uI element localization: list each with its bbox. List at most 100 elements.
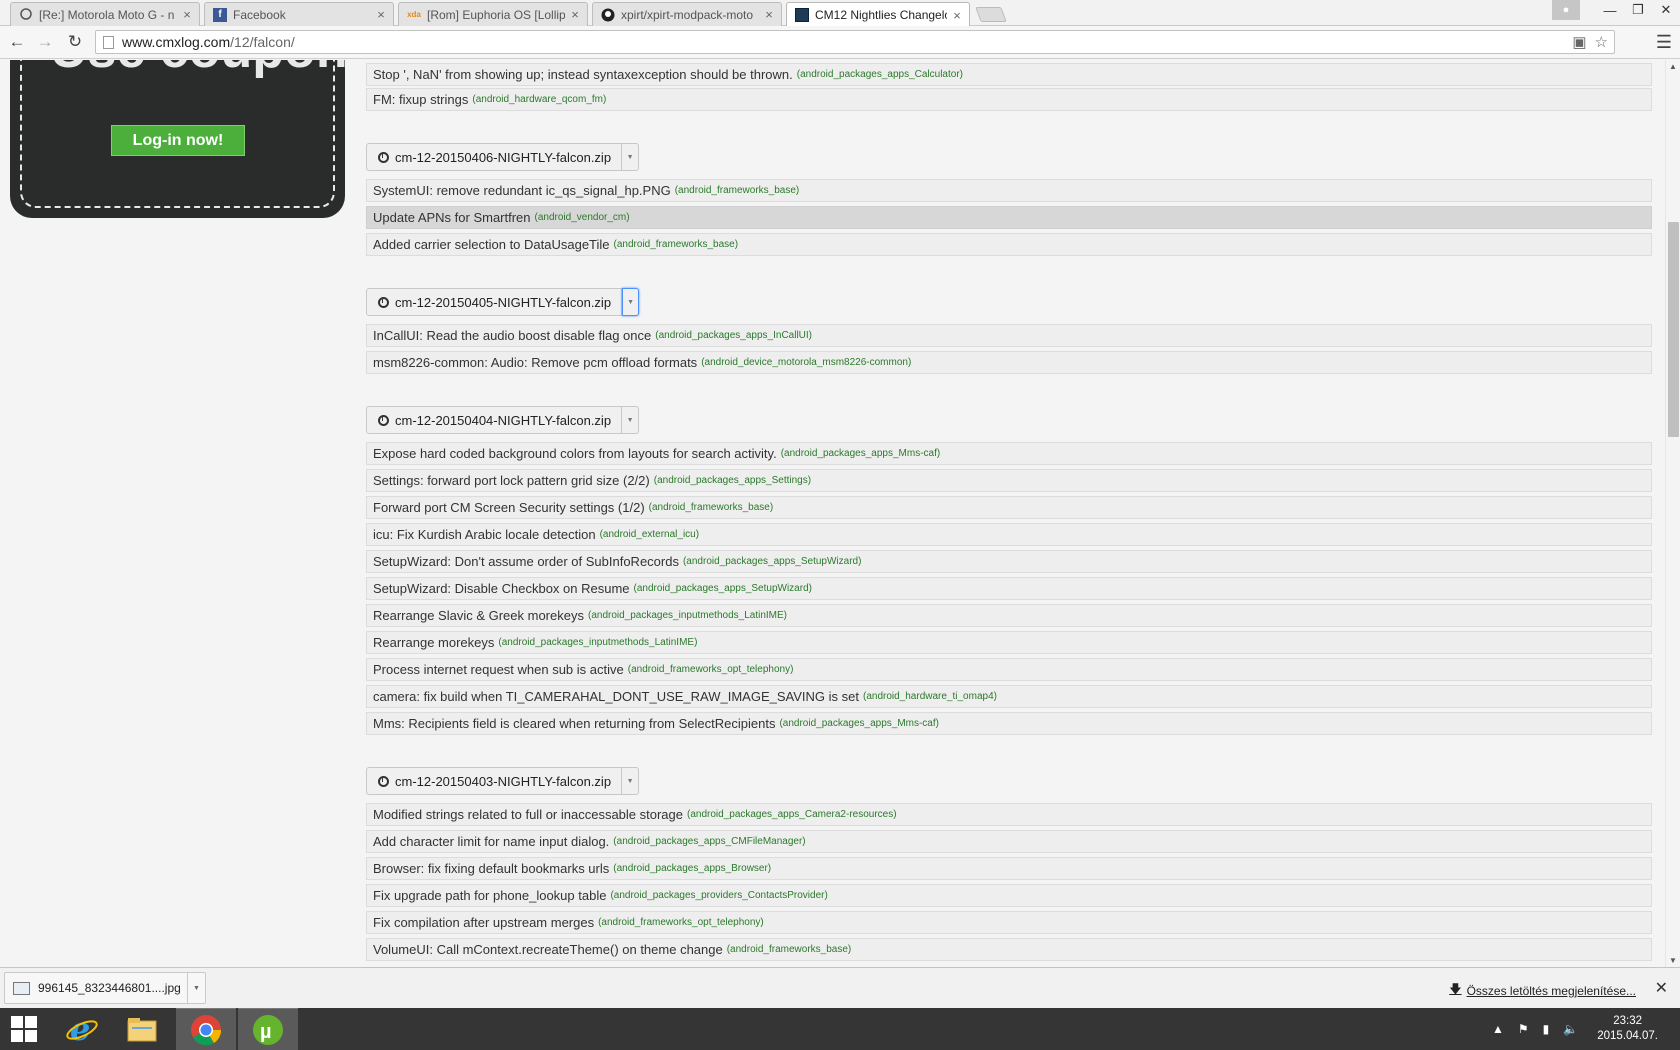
close-tab-icon[interactable]: × [181,7,193,22]
forward-arrow-icon[interactable]: → [34,32,56,52]
build-header: cm-12-20150405-NIGHTLY-falcon.zip ▼ [366,288,640,316]
changelog-row[interactable]: Settings: forward port lock pattern grid… [366,469,1652,492]
restore-icon[interactable]: ❐ [1624,0,1652,20]
tab-xda[interactable]: xda [Rom] Euphoria OS [Lollip × [398,2,588,26]
page-content: Use coupon Log-in now! Stop ', NaN' from… [0,60,1665,967]
tab-facebook[interactable]: f Facebook × [204,2,394,26]
changelog-row[interactable]: Modified strings related to full or inac… [366,803,1652,826]
close-window-icon[interactable]: ✕ [1652,0,1680,20]
changelog-row[interactable]: SetupWizard: Don't assume order of SubIn… [366,550,1652,573]
close-tab-icon[interactable]: × [375,7,387,22]
changelog-row[interactable]: Forward port CM Screen Security settings… [366,496,1652,519]
changelog-row[interactable]: msm8226-common: Audio: Remove pcm offloa… [366,351,1652,374]
changelog-row[interactable]: Browser: fix fixing default bookmarks ur… [366,857,1652,880]
url-host: www.cmxlog.com [122,34,231,50]
download-menu-button[interactable]: ▼ [187,973,205,1003]
repo-name: (android_packages_apps_SetupWizard) [633,583,812,594]
internet-explorer-icon[interactable]: e [52,1008,112,1050]
build-dropdown-button[interactable]: ▼ [622,288,640,316]
changelog-row[interactable]: Fix upgrade path for phone_lookup table(… [366,884,1652,907]
taskbar-clock[interactable]: 23:32 2015.04.07. [1597,1014,1658,1044]
speech-bubble-icon [19,8,33,22]
utorrent-icon[interactable]: µ [238,1008,298,1050]
repo-name: (android_packages_apps_Mms-caf) [780,448,941,459]
bookmark-star-icon[interactable]: ☆ [1595,33,1608,51]
repo-name: (android_packages_inputmethods_LatinIME) [498,637,698,648]
volume-icon[interactable]: 🔈 [1563,1022,1578,1036]
changelog-row[interactable]: Expose hard coded background colors from… [366,442,1652,465]
build-dropdown-button[interactable]: ▼ [622,767,640,795]
changelog-row[interactable]: FM: fixup strings (android_hardware_qcom_… [366,88,1652,111]
repo-name: (android_packages_inputmethods_LatinIME) [587,610,787,621]
chrome-menu-icon[interactable]: ☰ [1654,32,1674,52]
changelog-row[interactable]: SetupWizard: Disable Checkbox on Resume(… [366,577,1652,600]
download-arrow-icon: 🡇 [1449,982,1462,996]
start-button[interactable] [0,1008,48,1050]
close-shelf-icon[interactable]: ✕ [1655,978,1668,998]
build-download-button[interactable]: cm-12-20150403-NIGHTLY-falcon.zip [366,767,623,795]
repo-name: (android_packages_apps_Mms-caf) [779,718,939,729]
close-tab-icon[interactable]: × [951,8,963,23]
login-button[interactable]: Log-in now! [111,125,245,156]
changelog-row[interactable]: SystemUI: remove redundant ic_qs_signal_… [366,179,1652,202]
changelog-row[interactable]: camera: fix build when TI_CAMERAHAL_DONT… [366,685,1652,708]
cmxlog-icon [795,8,809,22]
back-arrow-icon[interactable]: ← [6,32,28,52]
changelog-row[interactable]: Fix compilation after upstream merges (an… [366,911,1652,934]
action-center-flag-icon[interactable]: ⚑ [1518,1022,1529,1036]
close-tab-icon[interactable]: × [569,7,581,22]
show-all-downloads-link[interactable]: 🡇 Összes letöltés megjelenítése... [1449,980,1636,1001]
changelog-row[interactable]: Rearrange Slavic & Greek morekeys (androi… [366,604,1652,627]
minimize-icon[interactable]: — [1596,0,1624,20]
changelog-row[interactable]: Rearrange morekeys (android_packages_inpu… [366,631,1652,654]
vertical-scrollbar[interactable]: ▲ ▼ [1665,60,1680,967]
download-item[interactable]: 996145_8323446801....jpg ▼ [4,972,206,1004]
svg-text:µ: µ [260,1021,272,1043]
clock-icon [378,414,389,426]
tab-cmxlog[interactable]: CM12 Nightlies Changelo × [786,2,970,27]
changelog-row[interactable]: Process internet request when sub is act… [366,658,1652,681]
reload-icon[interactable]: ↻ [64,32,86,52]
build-download-button[interactable]: cm-12-20150405-NIGHTLY-falcon.zip [366,288,623,316]
repo-name: (android_packages_apps_Settings) [653,475,812,486]
build-download-button[interactable]: cm-12-20150404-NIGHTLY-falcon.zip [366,406,623,434]
repo-name: (android_external_icu) [599,529,700,540]
file-explorer-icon[interactable] [112,1008,172,1050]
repo-name: (android_packages_providers_ContactsProv… [610,890,828,901]
github-icon [601,8,615,22]
windows-logo-icon [11,1016,37,1042]
new-tab-button[interactable] [975,7,1007,22]
changelog-row[interactable]: InCallUI: Read the audio boost disable f… [366,324,1652,347]
build-dropdown-button[interactable]: ▼ [622,143,640,171]
build-header: cm-12-20150404-NIGHTLY-falcon.zip ▼ [366,406,640,434]
scrollbar-thumb[interactable] [1668,222,1679,437]
changelog-row[interactable]: Add character limit for name input dialo… [366,830,1652,853]
repo-name: (android_hardware_qcom_fm) [472,94,607,105]
repo-name: (android_packages_apps_InCallUI) [655,330,813,341]
coupon-ad[interactable]: Use coupon Log-in now! [10,60,345,218]
network-signal-icon[interactable]: ▮ [1543,1022,1550,1036]
translate-icon[interactable]: ▣ [1572,33,1586,51]
changelog-row[interactable]: Stop ', NaN' from showing up; instead sy… [366,63,1652,86]
changelog-row[interactable]: icu: Fix Kurdish Arabic locale detection… [366,523,1652,546]
system-tray: ▲ ⚑ ▮ 🔈 23:32 2015.04.07. [1485,1008,1680,1050]
build-dropdown-button[interactable]: ▼ [622,406,640,434]
chrome-icon[interactable] [176,1008,236,1050]
changelog-row[interactable]: Update APNs for Smartfren (android_vendor… [366,206,1652,229]
user-profile-icon[interactable]: ● [1552,0,1580,20]
address-bar[interactable]: www.cmxlog.com/12/falcon/ ▣ ☆ [95,30,1615,54]
tab-motorola[interactable]: [Re:] Motorola Moto G - n × [10,2,200,26]
changelog-row[interactable]: VolumeUI: Call mContext.recreateTheme() … [366,938,1652,961]
changelog-row[interactable]: Added carrier selection to DataUsageTile… [366,233,1652,256]
url-path: /12/falcon/ [230,34,295,50]
close-tab-icon[interactable]: × [763,7,775,22]
show-hidden-icons-icon[interactable]: ▲ [1492,1022,1504,1036]
tab-github[interactable]: xpirt/xpirt-modpack-moto × [592,2,782,26]
xda-icon: xda [407,10,421,19]
build-download-button[interactable]: cm-12-20150406-NIGHTLY-falcon.zip [366,143,623,171]
scroll-up-icon[interactable]: ▲ [1669,62,1677,71]
window-controls: ● — ❐ ✕ [1552,0,1680,20]
changelog-row[interactable]: Mms: Recipients field is cleared when re… [366,712,1652,735]
scroll-down-icon[interactable]: ▼ [1669,956,1677,965]
repo-name: (android_packages_apps_Browser) [613,863,772,874]
